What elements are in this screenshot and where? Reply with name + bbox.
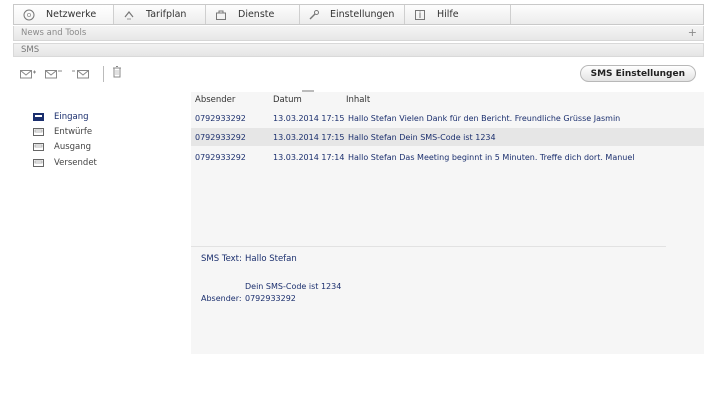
- row-content: Hallo Stefan Vielen Dank für den Bericht…: [348, 113, 621, 123]
- tab-netzwerke[interactable]: Netzwerke: [14, 5, 114, 24]
- preview-divider: [191, 246, 666, 247]
- section-title: SMS: [21, 45, 40, 55]
- row-sender: 0792933292: [195, 152, 246, 162]
- folder-eingang[interactable]: Eingang: [33, 112, 89, 122]
- reply-icon[interactable]: [45, 68, 65, 80]
- wrench-icon: [308, 9, 320, 21]
- row-sender: 0792933292: [195, 132, 246, 142]
- sms-text-label: SMS Text:: [201, 254, 242, 264]
- expand-toggle[interactable]: +: [688, 26, 697, 39]
- forward-icon[interactable]: [71, 68, 91, 80]
- tab-label: Hilfe: [437, 9, 459, 20]
- sms-settings-button[interactable]: SMS Einstellungen: [579, 65, 696, 82]
- row-content: Hallo Stefan Dein SMS-Code ist 1234: [348, 132, 496, 142]
- inbox-icon: [33, 113, 44, 121]
- message-row[interactable]: 0792933292 13.03.2014 17:14 Hallo Stefan…: [191, 148, 704, 166]
- message-table-header: Absender Datum Inhalt: [191, 90, 704, 108]
- column-header-sender[interactable]: Absender: [195, 95, 235, 105]
- sms-settings-label: SMS Einstellungen: [590, 68, 685, 79]
- toolbar-divider: [103, 66, 104, 82]
- tab-hilfe[interactable]: Hilfe: [405, 5, 511, 24]
- row-date: 13.03.2014 17:15: [273, 132, 345, 142]
- sms-section-header: SMS: [13, 43, 704, 57]
- folder-ausgang[interactable]: Ausgang: [33, 142, 91, 152]
- tab-label: Einstellungen: [330, 9, 395, 20]
- globe-icon: [22, 9, 36, 21]
- message-panel: Absender Datum Inhalt 0792933292 13.03.2…: [191, 90, 704, 354]
- message-row-selected[interactable]: 0792933292 13.03.2014 17:15 Hallo Stefan…: [191, 128, 704, 146]
- tab-label: Dienste: [238, 9, 275, 20]
- tab-dienste[interactable]: Dienste: [206, 5, 300, 24]
- sms-toolbar: SMS Einstellungen: [13, 60, 704, 88]
- news-and-tools-label: News and Tools: [21, 28, 87, 38]
- sms-text-line1: Hallo Stefan: [245, 254, 297, 264]
- folder-label: Entwürfe: [54, 127, 93, 137]
- sms-text-line2: Dein SMS-Code ist 1234: [245, 282, 342, 291]
- message-row[interactable]: 0792933292 13.03.2014 17:15 Hallo Stefan…: [191, 109, 704, 127]
- row-date: 13.03.2014 17:15: [273, 113, 345, 123]
- folder-versendet[interactable]: Versendet: [33, 158, 97, 168]
- row-sender: 0792933292: [195, 113, 246, 123]
- briefcase-icon: [214, 9, 228, 21]
- folder-label: Ausgang: [54, 142, 92, 152]
- outbox-icon: [33, 143, 44, 151]
- folder-label: Eingang: [54, 112, 89, 122]
- sender-label: Absender:: [201, 294, 242, 303]
- column-header-content[interactable]: Inhalt: [346, 95, 370, 105]
- bottom-blank-area: [13, 354, 704, 411]
- tab-label: Tarifplan: [146, 9, 187, 20]
- sent-icon: [33, 159, 44, 167]
- arrows-icon: [122, 9, 136, 21]
- tab-einstellungen[interactable]: Einstellungen: [300, 5, 405, 24]
- main-nav-bar: Netzwerke Tarifplan Dienste Einstellunge…: [13, 4, 704, 25]
- row-content: Hallo Stefan Das Meeting beginnt in 5 Mi…: [348, 152, 635, 162]
- sender-value: 0792933292: [245, 294, 296, 303]
- news-and-tools-bar[interactable]: News and Tools +: [13, 26, 704, 41]
- column-header-date[interactable]: Datum: [273, 95, 302, 105]
- drafts-icon: [33, 128, 44, 136]
- folder-entwuerfe[interactable]: Entwürfe: [33, 127, 92, 137]
- new-message-icon[interactable]: [20, 68, 40, 80]
- folder-label: Versendet: [54, 158, 97, 168]
- info-icon: [413, 9, 427, 21]
- folder-sidebar: Eingang Entwürfe Ausgang Versendet: [13, 92, 191, 347]
- tab-label: Netzwerke: [46, 9, 97, 20]
- tab-tarifplan[interactable]: Tarifplan: [114, 5, 206, 24]
- sort-indicator: [302, 90, 314, 92]
- trash-icon[interactable]: [113, 66, 121, 78]
- row-date: 13.03.2014 17:14: [273, 152, 345, 162]
